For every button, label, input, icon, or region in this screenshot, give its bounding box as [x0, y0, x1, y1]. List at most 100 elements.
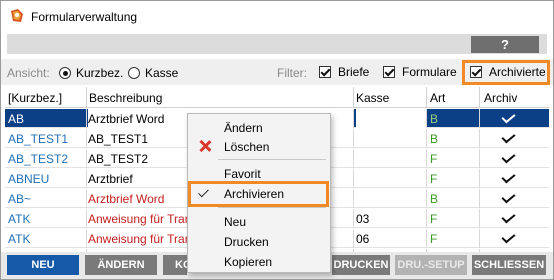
delete-x-icon	[198, 139, 212, 153]
highlight-box-archivierte	[462, 60, 550, 85]
menu-item-label: Drucken	[224, 235, 269, 249]
cell-art: B	[430, 112, 439, 126]
radio-kasse-label: Kasse	[145, 66, 179, 80]
grid-line	[353, 109, 354, 128]
checkbox-checked-icon	[383, 66, 395, 78]
radio-unchecked-icon	[128, 67, 140, 79]
cell-kasse: 03	[356, 212, 370, 226]
help-button[interactable]: ?	[471, 36, 539, 53]
checkbox-checked-icon	[319, 66, 331, 78]
grid-line	[426, 129, 427, 148]
cell-archiv	[483, 112, 545, 126]
archived-check-icon	[501, 172, 516, 184]
grid-line	[353, 149, 354, 168]
grid-line	[479, 189, 480, 208]
menu-item-drucken[interactable]: Drucken	[188, 232, 330, 252]
menu-item-neu[interactable]: Neu	[188, 212, 330, 232]
grid-line	[479, 209, 480, 228]
cell-archiv	[483, 132, 545, 146]
window-title: Formularverwaltung	[31, 10, 138, 24]
app-icon	[11, 9, 23, 22]
menu-item-label: Ändern	[224, 121, 263, 135]
cell-archiv	[483, 212, 545, 226]
grid-line	[353, 129, 354, 148]
col-header-kurzbez[interactable]: [Kurzbez.]	[8, 91, 62, 105]
cell-art: F	[430, 152, 438, 166]
radio-kurzbez-label: Kurzbez.	[76, 66, 124, 80]
menu-item-loeschen[interactable]: Löschen	[188, 137, 330, 157]
highlight-box-archivieren	[188, 181, 329, 207]
grid-line	[426, 149, 427, 168]
dru-setup-button[interactable]: DRU.-SETUP	[395, 255, 467, 275]
filter-label: Filter:	[277, 66, 307, 80]
grid-line	[353, 189, 354, 208]
col-header-beschreibung[interactable]: Beschreibung	[89, 91, 162, 105]
menu-separator	[218, 159, 326, 160]
archived-check-icon	[501, 112, 516, 124]
drucken-button[interactable]: DRUCKEN	[332, 255, 390, 275]
col-header-art[interactable]: Art	[430, 91, 445, 105]
neu-button[interactable]: NEU	[7, 255, 79, 275]
cell-kurzbez: ATK	[8, 232, 31, 246]
cell-art: B	[430, 192, 439, 206]
grid-line	[353, 169, 354, 188]
cell-kasse	[356, 109, 426, 128]
menu-item-label: Kopieren	[224, 255, 273, 269]
cell-art: F	[430, 232, 438, 246]
grid-line	[86, 209, 87, 228]
grid-line	[426, 209, 427, 228]
kopieren-button[interactable]: KO	[163, 255, 192, 275]
checkbox-formulare-label: Formulare	[402, 65, 457, 79]
ansicht-label: Ansicht:	[7, 66, 50, 80]
formularverwaltung-window: Formularverwaltung ? Ansicht: Kurzbez. K…	[0, 0, 554, 280]
menu-item-aendern[interactable]: Ändern	[188, 118, 330, 138]
grid-line	[426, 109, 427, 128]
grid-line	[86, 129, 87, 148]
checkbox-briefe[interactable]: Briefe	[319, 65, 369, 79]
radio-kurzbez[interactable]: Kurzbez.	[59, 66, 123, 80]
menu-item-label: Neu	[224, 215, 247, 229]
cell-kurzbez: AB	[8, 112, 25, 126]
grid-line	[86, 189, 87, 208]
aendern-button[interactable]: ÄNDERN	[85, 255, 157, 275]
cell-archiv	[483, 232, 545, 246]
column-divider[interactable]	[86, 87, 87, 108]
column-divider[interactable]	[479, 87, 480, 108]
radio-kasse[interactable]: Kasse	[128, 66, 178, 80]
grid-line	[479, 129, 480, 148]
grid-line	[86, 169, 87, 188]
column-divider[interactable]	[426, 87, 427, 108]
grid-line	[426, 189, 427, 208]
column-divider[interactable]	[353, 87, 354, 108]
table-header: [Kurzbez.] Beschreibung Kasse Art Archiv	[5, 87, 549, 108]
grid-line	[426, 229, 427, 248]
grid-line	[86, 149, 87, 168]
grid-line	[479, 169, 480, 188]
cell-kurzbez: AB_TEST2	[8, 152, 69, 166]
checkbox-formulare[interactable]: Formulare	[383, 65, 457, 79]
archived-check-icon	[501, 192, 516, 204]
col-header-archiv[interactable]: Archiv	[484, 91, 517, 105]
grid-line	[353, 209, 354, 228]
archived-check-icon	[501, 152, 516, 164]
schliessen-button[interactable]: SCHLIESSEN	[472, 255, 546, 275]
grid-line	[479, 109, 480, 128]
grid-line	[479, 149, 480, 168]
archived-check-icon	[501, 132, 516, 144]
cell-art: F	[430, 172, 438, 186]
help-bar: ?	[7, 34, 547, 54]
cell-kasse: 06	[356, 232, 370, 246]
grid-line	[426, 169, 427, 188]
cell-archiv	[483, 172, 545, 186]
cell-archiv	[483, 152, 545, 166]
grid-line	[86, 109, 87, 128]
cell-art: F	[430, 212, 438, 226]
menu-item-kopieren[interactable]: Kopieren	[188, 252, 330, 272]
archived-check-icon	[501, 212, 516, 224]
cell-kurzbez: ATK	[8, 212, 31, 226]
menu-separator	[218, 207, 326, 208]
col-header-kasse[interactable]: Kasse	[356, 91, 389, 105]
cell-kurzbez: ABNEU	[8, 172, 50, 186]
title-bar: Formularverwaltung	[1, 1, 553, 31]
radio-checked-icon	[59, 67, 71, 79]
